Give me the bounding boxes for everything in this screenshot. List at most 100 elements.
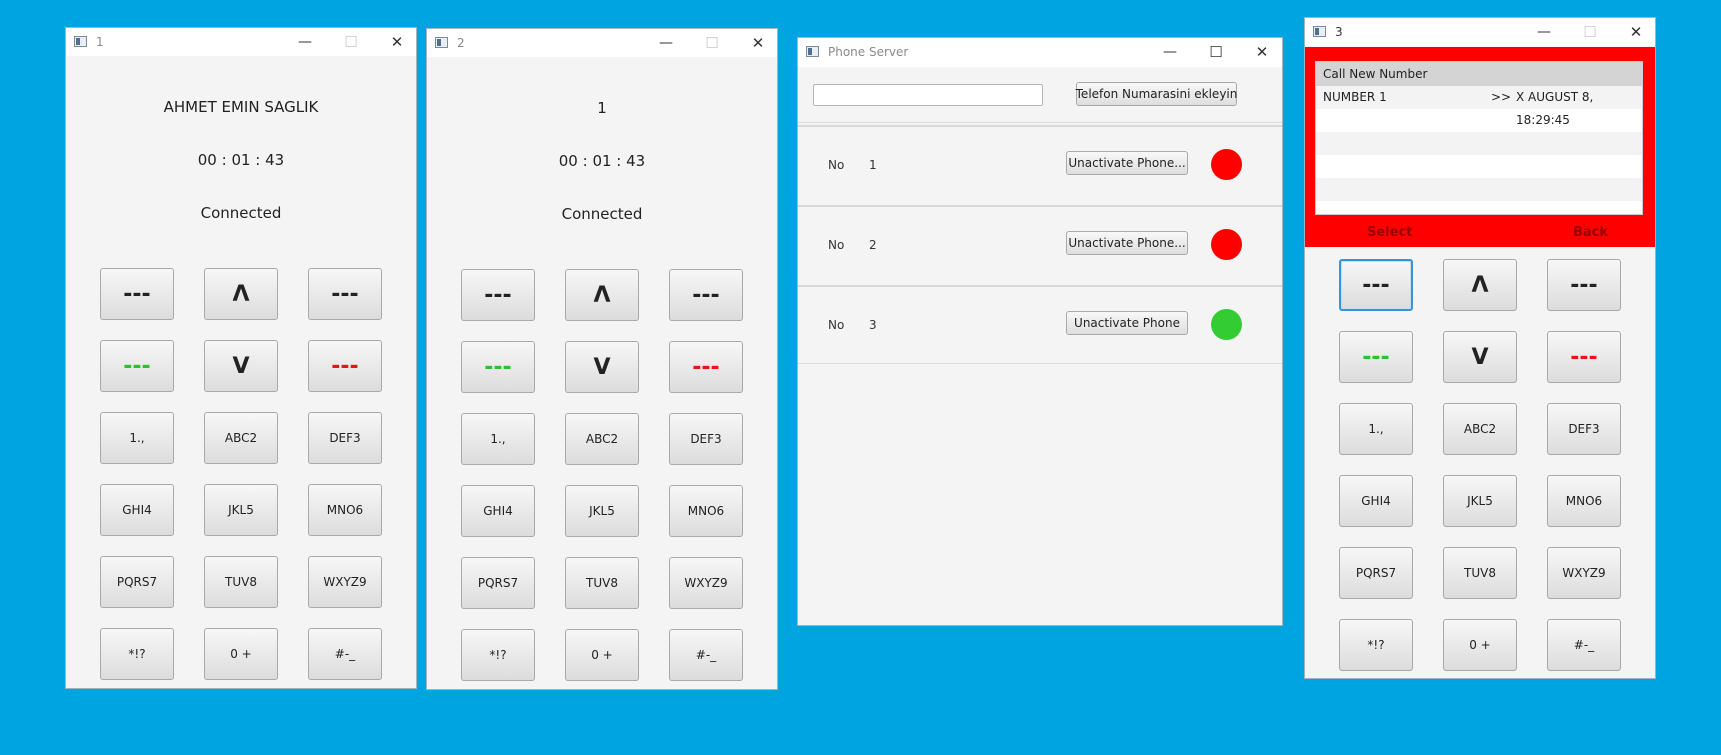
key-5[interactable]: JKL5: [565, 485, 639, 537]
key-6[interactable]: MNO6: [308, 484, 382, 536]
key-7[interactable]: PQRS7: [461, 557, 535, 609]
up-arrow-button[interactable]: Λ: [1443, 259, 1517, 311]
call-list-item[interactable]: NUMBER 1 >> X AUGUST 8, 18:29:45: [1316, 86, 1642, 127]
phone-screen: Call New Number NUMBER 1 >> X AUGUST 8, …: [1305, 47, 1655, 247]
end-call-button[interactable]: ---: [1547, 331, 1621, 383]
app-icon: [806, 46, 819, 57]
key-3[interactable]: DEF3: [669, 413, 743, 465]
end-call-button[interactable]: ---: [308, 340, 382, 392]
minimize-icon[interactable]: —: [1529, 22, 1559, 42]
key-hash[interactable]: #-_: [669, 629, 743, 681]
key-8[interactable]: TUV8: [204, 556, 278, 608]
unactivate-phone-button[interactable]: Unactivate Phone: [1066, 311, 1188, 335]
row-label: No: [828, 318, 845, 332]
close-icon[interactable]: ✕: [1247, 42, 1277, 62]
unactivate-phone-button[interactable]: Unactivate Phone...: [1066, 151, 1188, 175]
call-entry-arrow: >>: [1491, 90, 1512, 104]
call-button[interactable]: ---: [100, 340, 174, 392]
app-icon: [74, 36, 87, 47]
key-2[interactable]: ABC2: [1443, 403, 1517, 455]
maximize-icon[interactable]: ☐: [1575, 22, 1605, 42]
maximize-icon[interactable]: ☐: [1201, 42, 1231, 62]
down-arrow-button[interactable]: V: [565, 341, 639, 393]
title-bar[interactable]: 1 — ☐ ✕: [66, 28, 416, 56]
right-softkey-button[interactable]: ---: [669, 269, 743, 321]
key-star[interactable]: *!?: [100, 628, 174, 680]
left-softkey-button[interactable]: ---: [1339, 259, 1413, 311]
title-bar[interactable]: 3 — ☐ ✕: [1305, 18, 1655, 46]
key-6[interactable]: MNO6: [669, 485, 743, 537]
key-4[interactable]: GHI4: [1339, 475, 1413, 527]
minimize-icon[interactable]: —: [1155, 42, 1185, 62]
down-arrow-button[interactable]: V: [204, 340, 278, 392]
call-list-item: [1316, 109, 1642, 132]
key-8[interactable]: TUV8: [565, 557, 639, 609]
key-hash[interactable]: #-_: [308, 628, 382, 680]
row-number: 2: [869, 238, 877, 252]
key-9[interactable]: WXYZ9: [1547, 547, 1621, 599]
key-star[interactable]: *!?: [461, 629, 535, 681]
left-softkey-button[interactable]: ---: [461, 269, 535, 321]
minimize-icon[interactable]: —: [651, 33, 681, 53]
call-status: Connected: [200, 204, 282, 222]
status-indicator: [1211, 309, 1242, 340]
close-icon[interactable]: ✕: [1621, 22, 1651, 42]
key-1[interactable]: 1.,: [1339, 403, 1413, 455]
title-bar[interactable]: 2 — ☐ ✕: [427, 29, 777, 57]
key-3[interactable]: DEF3: [1547, 403, 1621, 455]
key-hash[interactable]: #-_: [1547, 619, 1621, 671]
title-bar[interactable]: Phone Server — ☐ ✕: [798, 38, 1282, 67]
key-4[interactable]: GHI4: [461, 485, 535, 537]
key-7[interactable]: PQRS7: [1339, 547, 1413, 599]
key-5[interactable]: JKL5: [204, 484, 278, 536]
phone-server-window: Phone Server — ☐ ✕ Telefon Numarasini ek…: [797, 37, 1283, 626]
call-entry-name: NUMBER 1: [1323, 90, 1387, 104]
key-2[interactable]: ABC2: [204, 412, 278, 464]
maximize-icon[interactable]: ☐: [697, 33, 727, 53]
select-softkey[interactable]: Select: [1367, 225, 1412, 240]
row-number: 3: [869, 318, 877, 332]
unactivate-phone-button[interactable]: Unactivate Phone...: [1066, 231, 1188, 255]
phone-window-2: 2 — ☐ ✕ 1 00 : 01 : 43 Connected --- Λ ---…: [426, 28, 778, 690]
window-title: 3: [1335, 25, 1343, 39]
minimize-icon[interactable]: —: [290, 32, 320, 52]
key-8[interactable]: TUV8: [1443, 547, 1517, 599]
key-6[interactable]: MNO6: [1547, 475, 1621, 527]
call-list-item: [1316, 155, 1642, 178]
key-4[interactable]: GHI4: [100, 484, 174, 536]
key-3[interactable]: DEF3: [308, 412, 382, 464]
key-star[interactable]: *!?: [1339, 619, 1413, 671]
phone-row: No 2 Unactivate Phone...: [798, 205, 1282, 283]
down-arrow-button[interactable]: V: [1443, 331, 1517, 383]
status-indicator: [1211, 149, 1242, 180]
right-softkey-button[interactable]: ---: [1547, 259, 1621, 311]
right-softkey-button[interactable]: ---: [308, 268, 382, 320]
close-icon[interactable]: ✕: [382, 32, 412, 52]
app-icon: [1313, 26, 1326, 37]
key-0[interactable]: 0 +: [565, 629, 639, 681]
end-call-button[interactable]: ---: [669, 341, 743, 393]
key-7[interactable]: PQRS7: [100, 556, 174, 608]
up-arrow-button[interactable]: Λ: [565, 269, 639, 321]
maximize-icon[interactable]: ☐: [336, 32, 366, 52]
row-label: No: [828, 238, 845, 252]
call-button[interactable]: ---: [461, 341, 535, 393]
back-softkey[interactable]: Back: [1573, 225, 1608, 240]
key-0[interactable]: 0 +: [204, 628, 278, 680]
call-button[interactable]: ---: [1339, 331, 1413, 383]
up-arrow-button[interactable]: Λ: [204, 268, 278, 320]
left-softkey-button[interactable]: ---: [100, 268, 174, 320]
key-0[interactable]: 0 +: [1443, 619, 1517, 671]
add-phone-button[interactable]: Telefon Numarasini ekleyin: [1076, 82, 1237, 106]
key-5[interactable]: JKL5: [1443, 475, 1517, 527]
phone-number-input[interactable]: [813, 84, 1043, 106]
key-9[interactable]: WXYZ9: [669, 557, 743, 609]
key-9[interactable]: WXYZ9: [308, 556, 382, 608]
key-1[interactable]: 1.,: [100, 412, 174, 464]
status-indicator: [1211, 229, 1242, 260]
phone-row: No 1 Unactivate Phone...: [798, 125, 1282, 203]
divider: [798, 363, 1282, 364]
key-2[interactable]: ABC2: [565, 413, 639, 465]
key-1[interactable]: 1.,: [461, 413, 535, 465]
close-icon[interactable]: ✕: [743, 33, 773, 53]
